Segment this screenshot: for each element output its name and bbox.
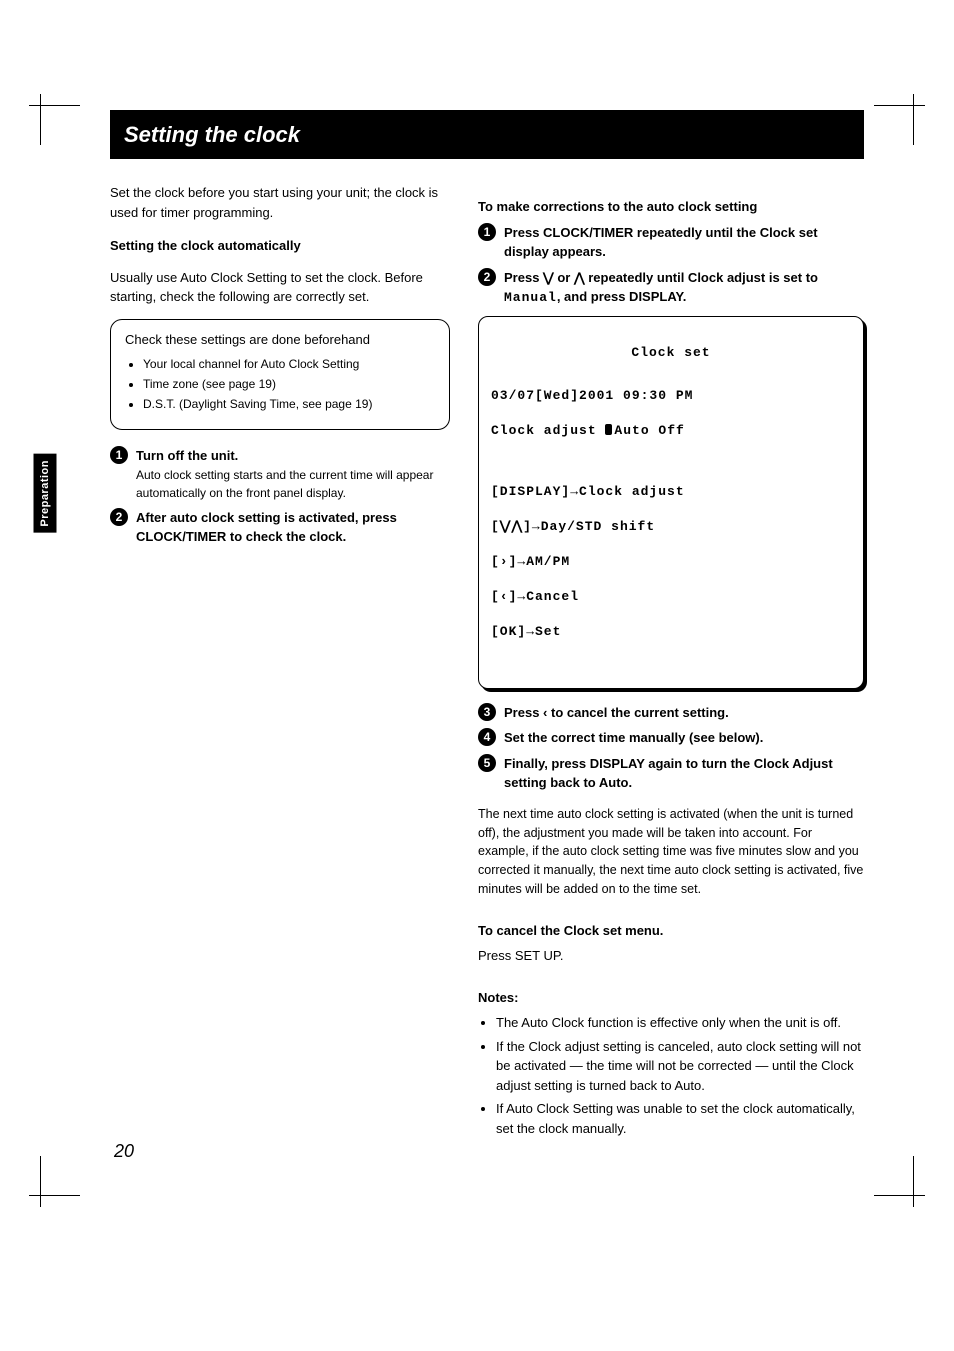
corr-step-4: Set the correct time manually (see below… xyxy=(504,728,864,748)
corr-step-3: Press ‹ to cancel the current setting. xyxy=(504,703,864,723)
cancel-body: Press SET UP. xyxy=(478,946,864,966)
osd-hint-display: [DISPLAY]→Clock adjust xyxy=(491,483,851,501)
corr-step-5: Finally, press DISPLAY again to turn the… xyxy=(504,754,864,793)
step-number-icon: 1 xyxy=(110,446,128,464)
page-title-bar: Setting the clock xyxy=(110,110,864,159)
step-1-sub: Auto clock setting starts and the curren… xyxy=(136,466,450,502)
auto-on-paragraph: The next time auto clock setting is acti… xyxy=(478,805,864,899)
corr-step-2: Press ⋁ or ⋀ repeatedly until Clock adju… xyxy=(504,268,864,308)
chevron-down-icon: ⋁ xyxy=(543,270,554,285)
osd-hint-ampm: [›]→AM/PM xyxy=(491,553,851,571)
osd-title: Clock set xyxy=(491,344,851,362)
step-number-icon: 5 xyxy=(478,754,496,772)
step-number-icon: 2 xyxy=(478,268,496,286)
precheck-item: D.S.T. (Daylight Saving Time, see page 1… xyxy=(143,395,435,413)
osd-clock-set-panel: Clock set 03/07[Wed]2001 09:30 PM Clock … xyxy=(478,316,864,689)
step-1-text: Turn off the unit. xyxy=(136,448,238,463)
precheck-item: Time zone (see page 19) xyxy=(143,375,435,393)
chevron-up-icon: ⋀ xyxy=(574,270,585,285)
osd-hint-shift: [⋁⋀]→Day/STD shift xyxy=(491,518,851,536)
step-number-icon: 3 xyxy=(478,703,496,721)
note-item: The Auto Clock function is effective onl… xyxy=(496,1013,864,1033)
auto-clock-heading: Setting the clock automatically xyxy=(110,236,450,256)
page-number: 20 xyxy=(114,1138,134,1165)
note-item: If the Clock adjust setting is canceled,… xyxy=(496,1037,864,1096)
note-box-header: Check these settings are done beforehand xyxy=(125,330,435,350)
notes-heading: Notes: xyxy=(478,988,864,1008)
precheck-item: Your local channel for Auto Clock Settin… xyxy=(143,355,435,373)
corrections-heading: To make corrections to the auto clock se… xyxy=(478,197,864,217)
auto-clock-intro: Usually use Auto Clock Setting to set th… xyxy=(110,268,450,307)
cancel-heading: To cancel the Clock set menu. xyxy=(478,921,864,941)
step-2-text: After auto clock setting is activated, p… xyxy=(136,510,397,545)
intro-text: Set the clock before you start using you… xyxy=(110,183,450,222)
note-item: If Auto Clock Setting was unable to set … xyxy=(496,1099,864,1138)
cursor-indicator-icon xyxy=(605,424,612,435)
osd-datetime: 03/07[Wed]2001 09:30 PM xyxy=(491,387,851,405)
osd-clock-adjust-row: Clock adjust Auto Off xyxy=(491,422,851,440)
corr-step-1: Press CLOCK/TIMER repeatedly until the C… xyxy=(504,223,864,262)
osd-hint-cancel: [‹]→Cancel xyxy=(491,588,851,606)
step-number-icon: 4 xyxy=(478,728,496,746)
crop-mark-br xyxy=(874,1156,914,1196)
precheck-note-box: Check these settings are done beforehand… xyxy=(110,319,450,431)
step-number-icon: 2 xyxy=(110,508,128,526)
osd-hint-set: [OK]→Set xyxy=(491,623,851,641)
crop-mark-bl xyxy=(40,1156,80,1196)
step-number-icon: 1 xyxy=(478,223,496,241)
